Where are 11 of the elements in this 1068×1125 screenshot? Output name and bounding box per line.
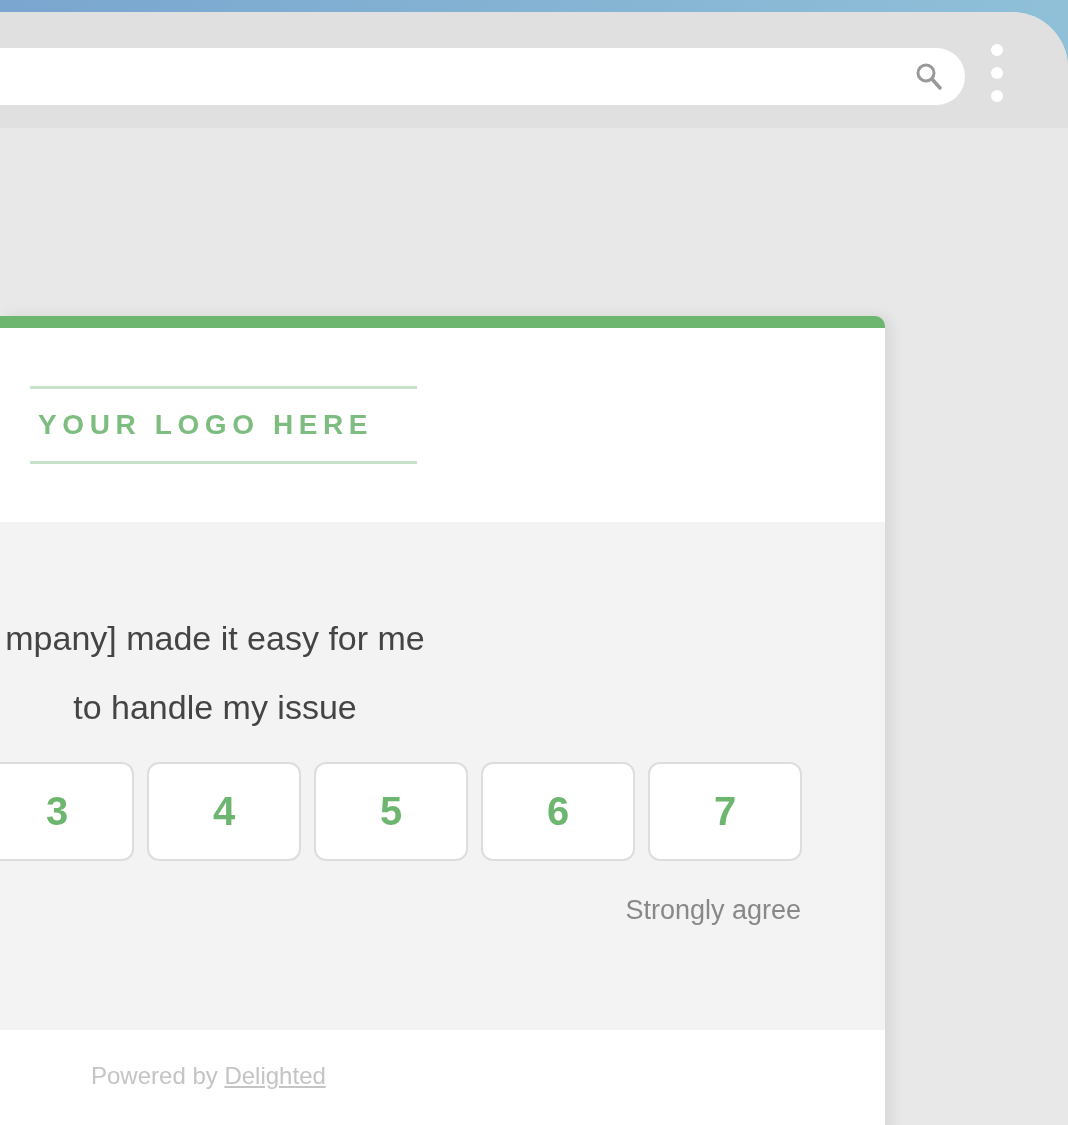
rating-button[interactable]: 5 (314, 762, 468, 861)
powered-by-text: Powered by (91, 1062, 218, 1089)
rating-button[interactable]: 7 (648, 762, 802, 861)
rating-button[interactable]: 4 (147, 762, 301, 861)
question-text: mpany] made it easy for me to handle my issue (4, 618, 426, 728)
scale-end-label: Strongly agree (624, 895, 801, 926)
logo-text: YOUR LOGO HERE (38, 409, 374, 441)
footer-link[interactable]: Delighted (224, 1062, 326, 1089)
search-icon[interactable] (915, 61, 943, 92)
rating-button[interactable]: 6 (481, 762, 635, 861)
rating-button[interactable]: 3 (0, 762, 134, 861)
